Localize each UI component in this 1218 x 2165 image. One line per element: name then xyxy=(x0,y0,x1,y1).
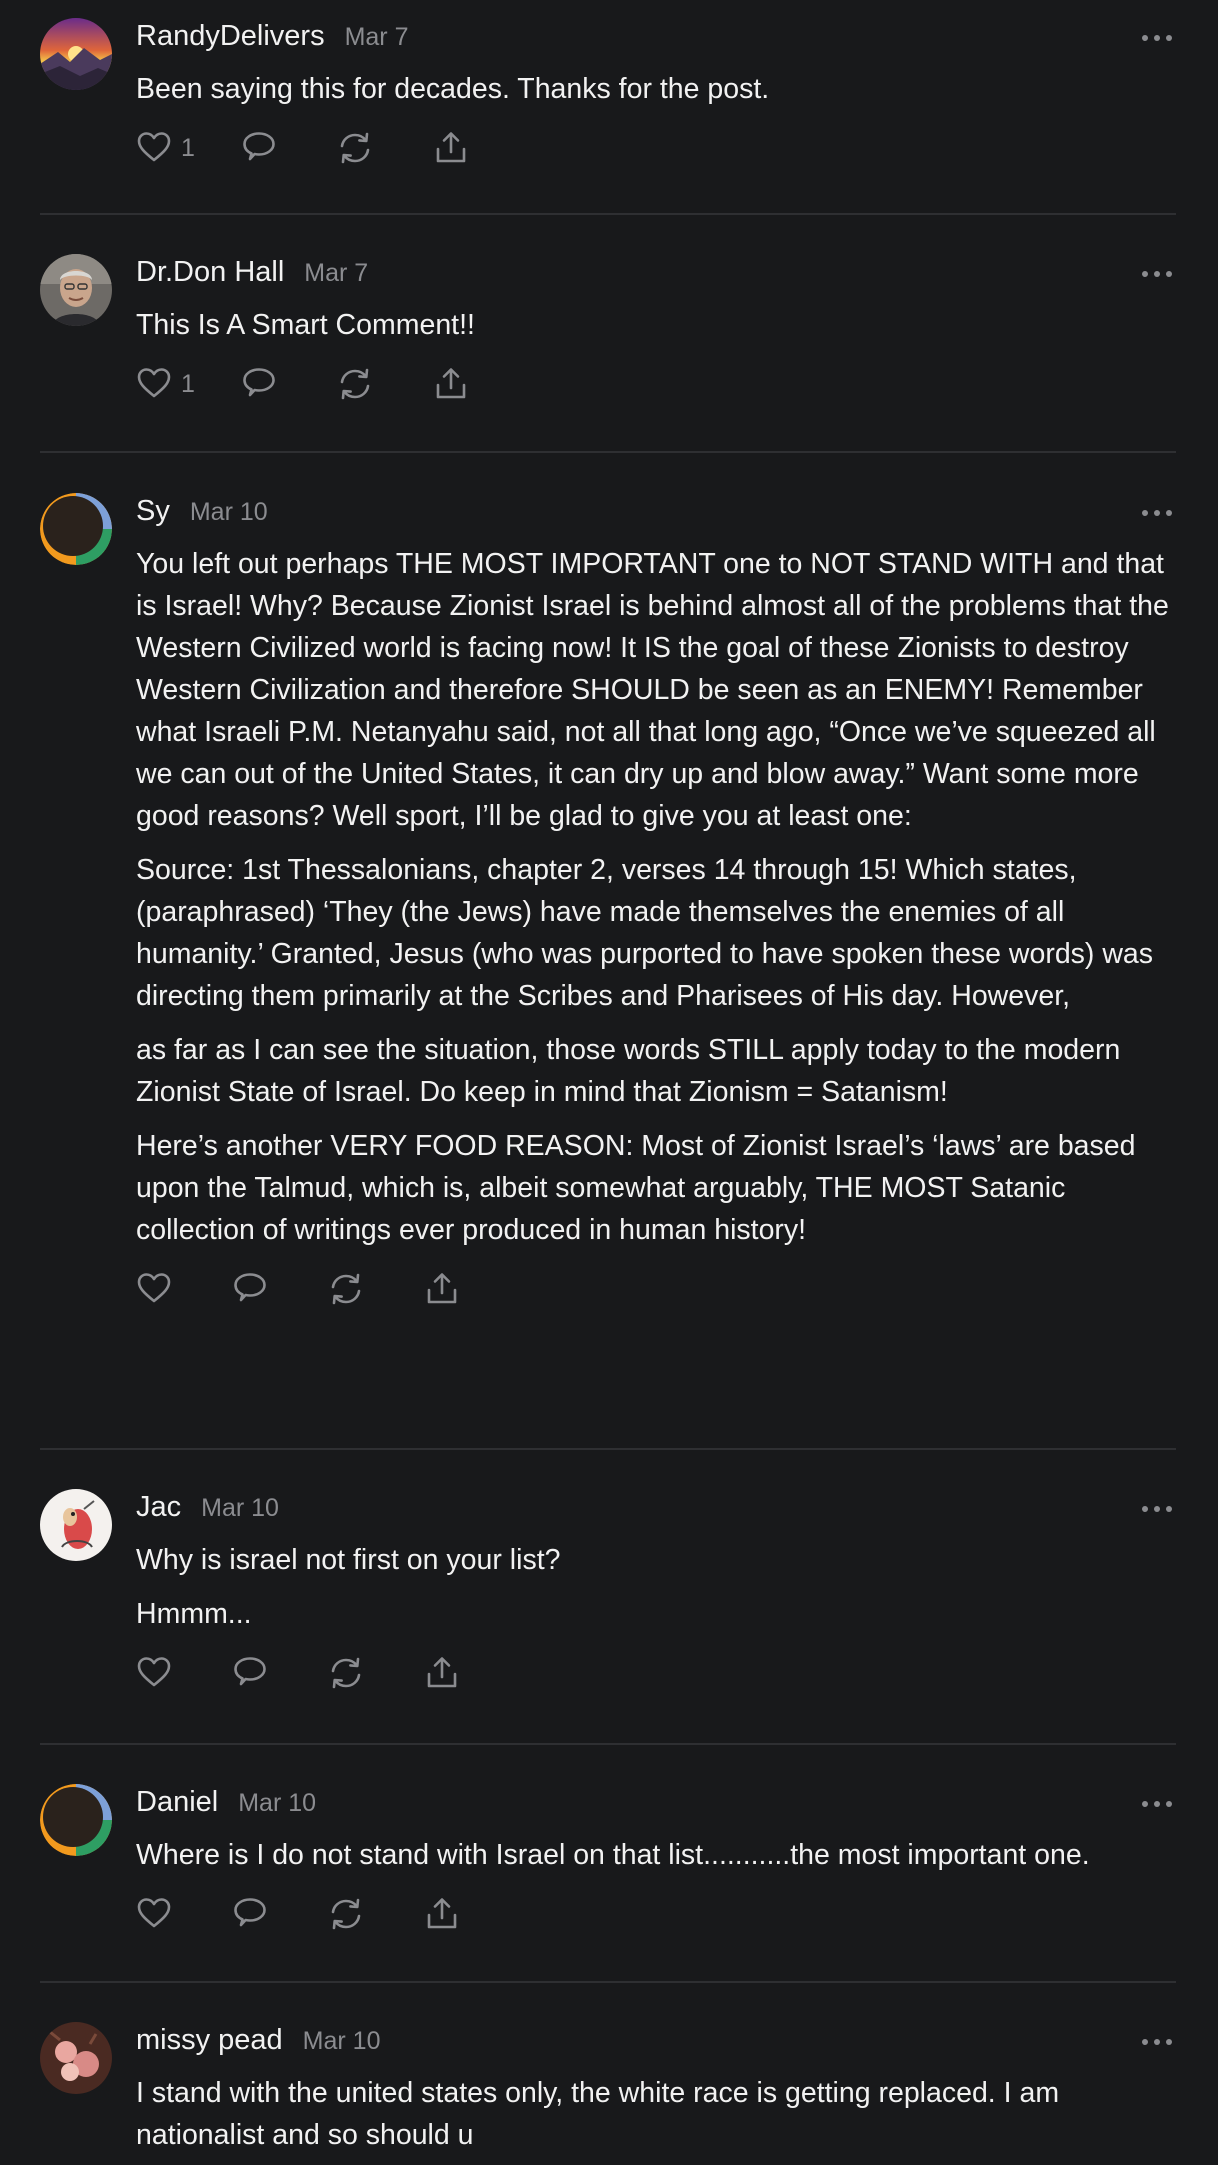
comment-date[interactable]: Mar 10 xyxy=(190,498,268,527)
like-count: 1 xyxy=(181,133,195,162)
comment-header: Jac Mar 10 xyxy=(136,1491,1176,1533)
comment-text: Hmmm... xyxy=(136,1598,252,1630)
like-button[interactable]: 1 xyxy=(136,366,195,402)
comment-actions xyxy=(136,1894,1176,1934)
more-dots-icon[interactable] xyxy=(1142,1798,1172,1810)
comment-text: as far as I can see the situation, those… xyxy=(136,1034,1121,1108)
avatar[interactable] xyxy=(40,1784,112,1856)
more-dots-icon[interactable] xyxy=(1142,1503,1172,1515)
comment-date[interactable]: Mar 7 xyxy=(345,23,409,52)
restack-button[interactable] xyxy=(328,1655,364,1691)
comment-date[interactable]: Mar 7 xyxy=(304,259,368,288)
more-dots-icon[interactable] xyxy=(1142,2036,1172,2048)
more-dots-icon[interactable] xyxy=(1142,268,1172,280)
restack-button[interactable] xyxy=(328,1271,364,1307)
share-icon xyxy=(427,1273,457,1304)
heart-icon xyxy=(137,132,171,162)
restack-button[interactable] xyxy=(337,130,373,166)
comment-text: You left out perhaps THE MOST IMPORTANT … xyxy=(136,548,1169,832)
comment-feed: RandyDelivers Mar 7 Been saying this for… xyxy=(40,0,1176,2165)
comment-date[interactable]: Mar 10 xyxy=(201,1494,279,1523)
like-button[interactable] xyxy=(136,1271,172,1307)
comment: missy pead Mar 10 I stand with the unite… xyxy=(40,1983,1176,2165)
comment-header: Sy Mar 10 xyxy=(136,495,1176,537)
speech-bubble-icon xyxy=(234,1657,266,1686)
comment-actions xyxy=(136,1269,1176,1309)
comment-actions: 1 xyxy=(136,128,1176,168)
heart-icon xyxy=(137,1273,171,1303)
comment-date[interactable]: Mar 10 xyxy=(238,1789,316,1818)
comment: Dr.Don Hall Mar 7 This Is A Smart Commen… xyxy=(40,215,1176,453)
comment: Jac Mar 10 Why is israel not first on yo… xyxy=(40,1450,1176,1745)
avatar[interactable] xyxy=(40,1489,112,1561)
share-icon xyxy=(436,132,466,163)
author-name[interactable]: Jac xyxy=(136,1491,181,1524)
restack-icon xyxy=(340,368,370,400)
restack-button[interactable] xyxy=(328,1896,364,1932)
more-dots-icon[interactable] xyxy=(1142,32,1172,44)
more-dots-icon[interactable] xyxy=(1142,507,1172,519)
restack-icon xyxy=(331,1657,361,1689)
share-icon xyxy=(436,368,466,399)
speech-bubble-icon xyxy=(234,1898,266,1927)
restack-icon xyxy=(331,1273,361,1305)
share-button[interactable] xyxy=(424,1271,460,1307)
comment-text: Source: 1st Thessalonians, chapter 2, ve… xyxy=(136,854,1154,1012)
comment-date[interactable]: Mar 10 xyxy=(303,2027,381,2056)
restack-icon xyxy=(331,1898,361,1930)
heart-icon xyxy=(137,1657,171,1687)
reply-button[interactable] xyxy=(232,1655,268,1691)
avatar[interactable] xyxy=(40,254,112,326)
share-icon xyxy=(427,1898,457,1929)
author-name[interactable]: RandyDelivers xyxy=(136,20,325,53)
share-button[interactable] xyxy=(424,1655,460,1691)
comment: Sy Mar 10 You left out perhaps THE MOST … xyxy=(40,453,1176,1450)
like-button[interactable] xyxy=(136,1655,172,1691)
comment-header: missy pead Mar 10 xyxy=(136,2024,1176,2066)
reply-button[interactable] xyxy=(232,1271,268,1307)
avatar[interactable] xyxy=(40,18,112,90)
comment-text: Here’s another VERY FOOD REASON: Most of… xyxy=(136,1130,1136,1246)
author-name[interactable]: Daniel xyxy=(136,1786,218,1819)
reply-button[interactable] xyxy=(232,1896,268,1932)
comment-actions xyxy=(136,1653,1176,1693)
comment-actions: 1 xyxy=(136,364,1176,404)
share-button[interactable] xyxy=(424,1896,460,1932)
author-name[interactable]: Sy xyxy=(136,495,170,528)
avatar[interactable] xyxy=(40,493,112,565)
reply-button[interactable] xyxy=(241,366,277,402)
avatar[interactable] xyxy=(40,2022,112,2094)
comment-text: Why is israel not first on your list? xyxy=(136,1544,561,1576)
like-count: 1 xyxy=(181,369,195,398)
speech-bubble-icon xyxy=(243,368,275,397)
share-icon xyxy=(427,1657,457,1688)
comment-header: Dr.Don Hall Mar 7 xyxy=(136,256,1176,298)
share-button[interactable] xyxy=(433,366,469,402)
speech-bubble-icon xyxy=(234,1273,266,1302)
heart-icon xyxy=(137,1898,171,1928)
comment: Daniel Mar 10 Where is I do not stand wi… xyxy=(40,1745,1176,1983)
like-button[interactable] xyxy=(136,1896,172,1932)
speech-bubble-icon xyxy=(243,132,275,161)
comment-text: This Is A Smart Comment!! xyxy=(136,309,475,341)
like-button[interactable]: 1 xyxy=(136,130,195,166)
comment-header: RandyDelivers Mar 7 xyxy=(136,20,1176,62)
share-button[interactable] xyxy=(433,130,469,166)
author-name[interactable]: missy pead xyxy=(136,2024,283,2057)
restack-icon xyxy=(340,132,370,164)
comment-text: Where is I do not stand with Israel on t… xyxy=(136,1839,1090,1871)
comment: RandyDelivers Mar 7 Been saying this for… xyxy=(40,0,1176,215)
author-name[interactable]: Dr.Don Hall xyxy=(136,256,284,289)
restack-button[interactable] xyxy=(337,366,373,402)
heart-icon xyxy=(137,368,171,398)
comment-text: Been saying this for decades. Thanks for… xyxy=(136,73,770,105)
comment-header: Daniel Mar 10 xyxy=(136,1786,1176,1828)
reply-button[interactable] xyxy=(241,130,277,166)
comment-text: I stand with the united states only, the… xyxy=(136,2077,1060,2151)
